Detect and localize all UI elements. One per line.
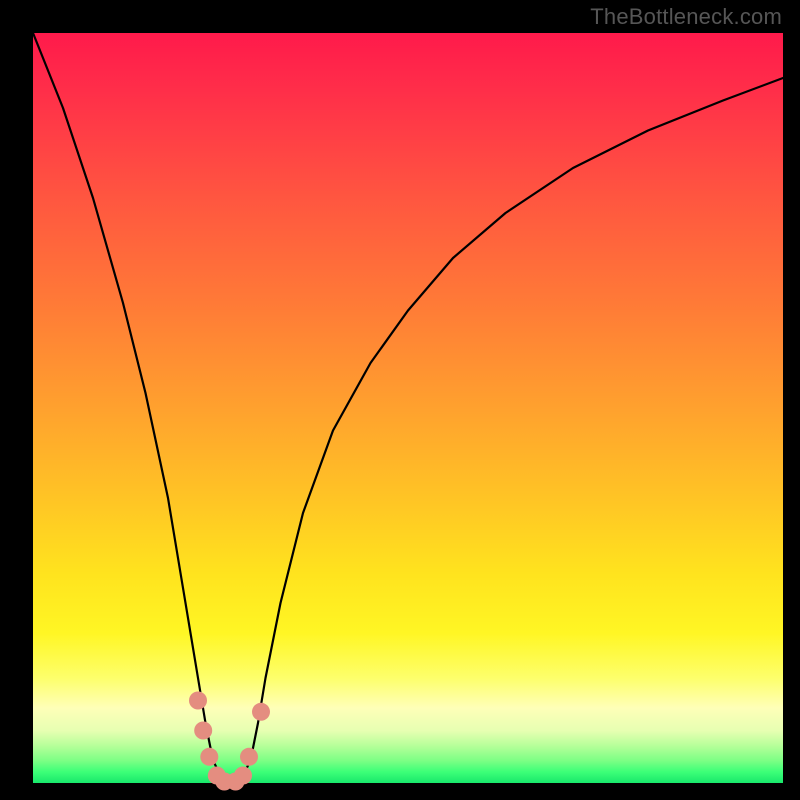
curve-marker: [194, 722, 212, 740]
bottleneck-curve: [33, 33, 783, 783]
curve-marker: [200, 748, 218, 766]
curve-marker: [189, 692, 207, 710]
curve-marker: [240, 748, 258, 766]
curve-marker: [234, 767, 252, 785]
chart-frame: TheBottleneck.com: [0, 0, 800, 800]
curve-path: [33, 33, 783, 783]
curve-marker: [252, 703, 270, 721]
plot-area: [33, 33, 783, 783]
curve-markers: [189, 692, 270, 791]
watermark-text: TheBottleneck.com: [590, 4, 782, 30]
